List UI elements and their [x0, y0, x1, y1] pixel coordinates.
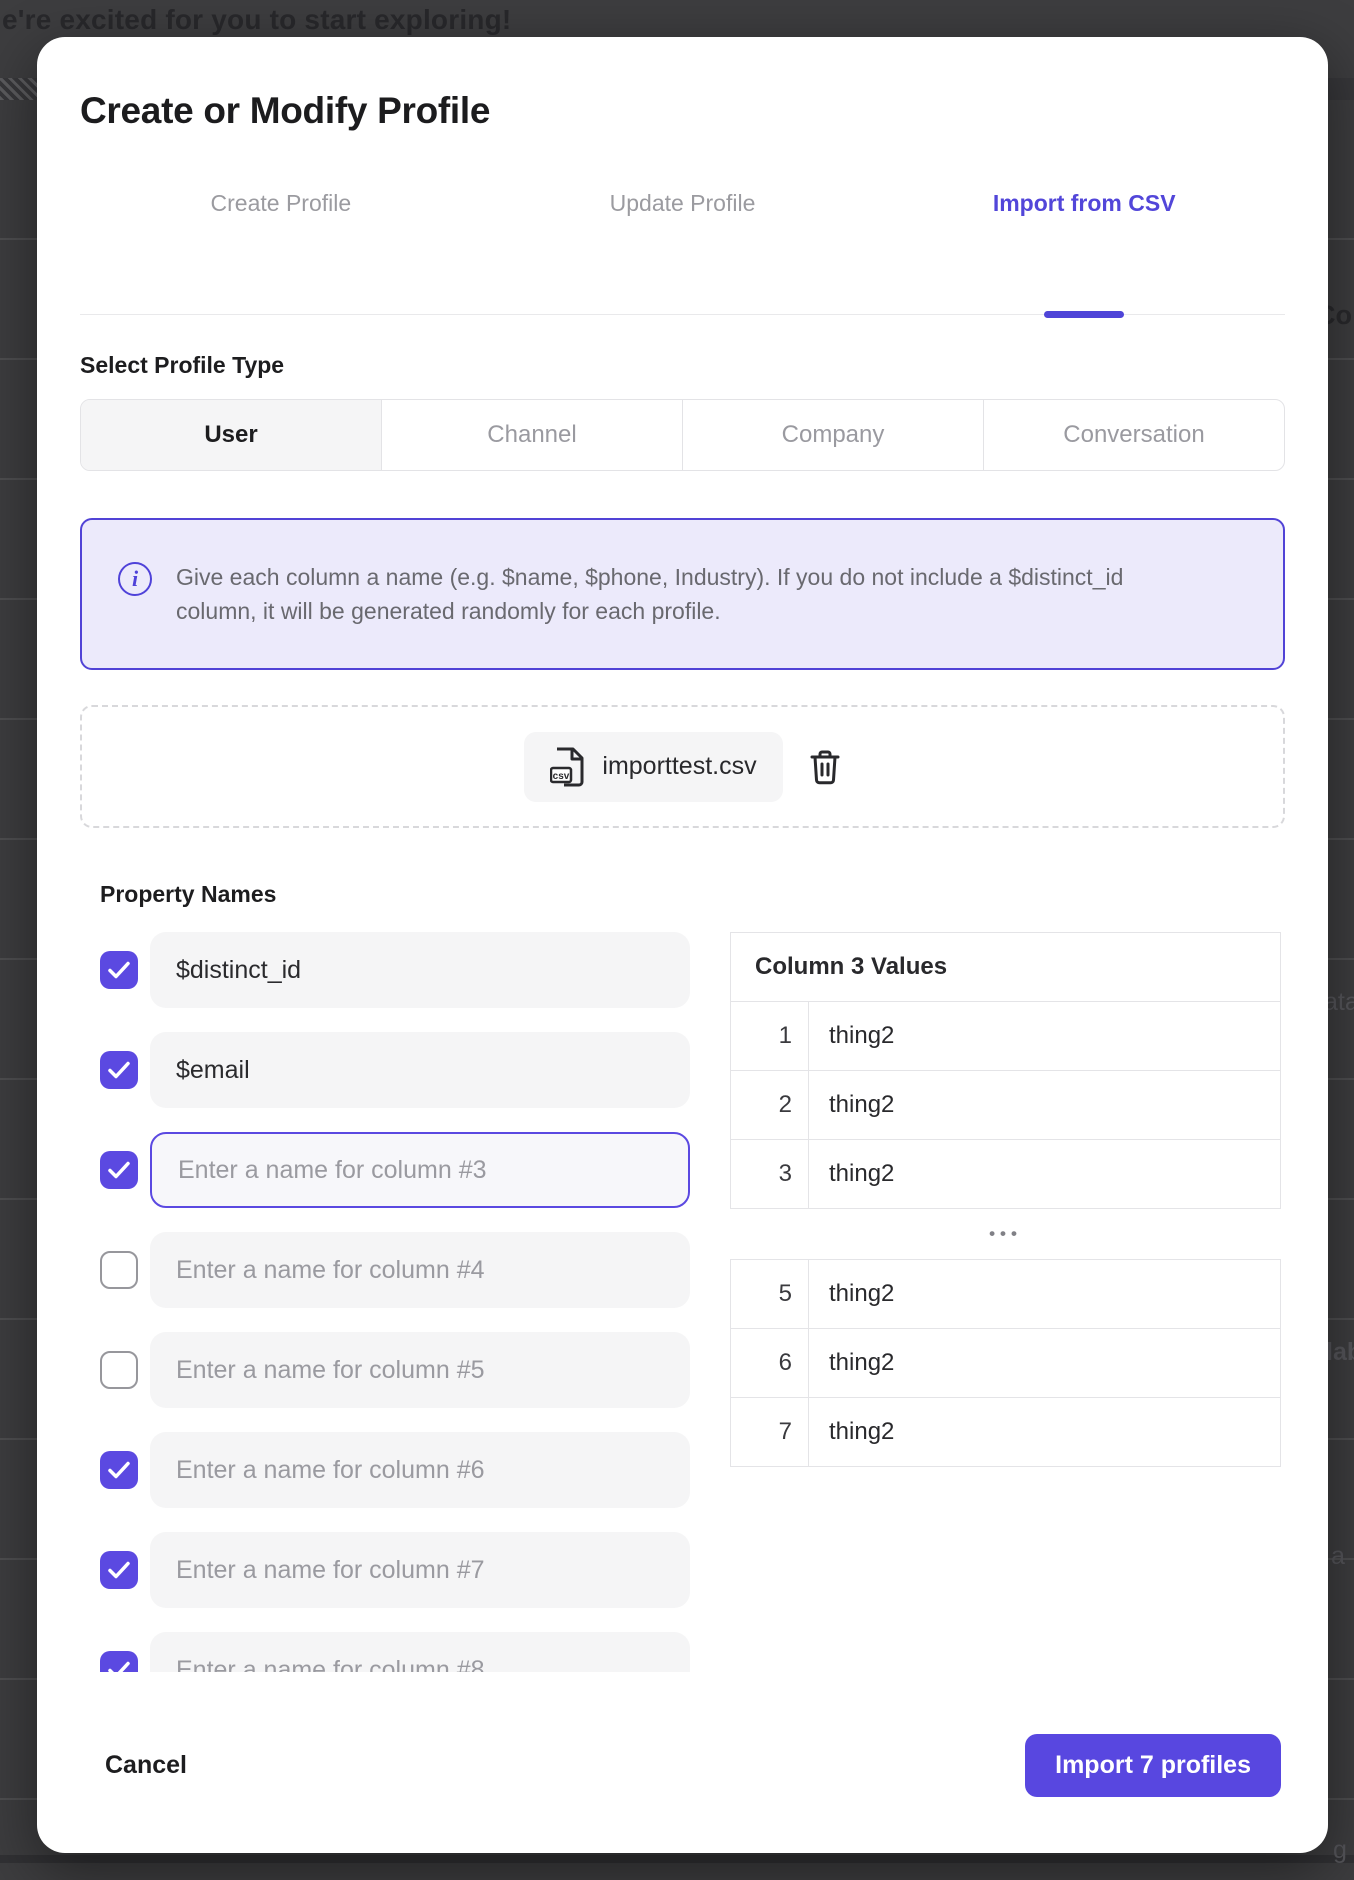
- column-6-checkbox[interactable]: [100, 1451, 138, 1489]
- property-list: [80, 932, 690, 1672]
- row-value: thing2: [809, 1398, 1280, 1466]
- property-row-8: [80, 1632, 690, 1672]
- rows-ellipsis: •••: [730, 1209, 1281, 1259]
- cancel-button[interactable]: Cancel: [105, 1751, 187, 1780]
- column-1-name-input[interactable]: [150, 932, 690, 1008]
- profile-type-segmented-control: User Channel Company Conversation: [80, 399, 1285, 471]
- dialog-title: Create or Modify Profile: [80, 90, 1285, 132]
- check-icon: [108, 1461, 130, 1479]
- column-2-checkbox[interactable]: [100, 1051, 138, 1089]
- property-row-7: [80, 1532, 690, 1608]
- column-values-preview: Column 3 Values 1 thing2 2 thing2 3 thin…: [730, 932, 1281, 1672]
- row-number: 2: [731, 1071, 809, 1139]
- background-bottom-strip: [0, 1855, 1354, 1863]
- row-number: 1: [731, 1002, 809, 1070]
- column-3-checkbox[interactable]: [100, 1151, 138, 1189]
- dialog-footer: Cancel Import 7 profiles: [80, 1734, 1285, 1797]
- info-banner: i Give each column a name (e.g. $name, $…: [80, 518, 1285, 670]
- column-2-name-input[interactable]: [150, 1032, 690, 1108]
- uploaded-file-chip[interactable]: csv importtest.csv: [524, 732, 782, 802]
- column-4-checkbox[interactable]: [100, 1251, 138, 1289]
- column-1-checkbox[interactable]: [100, 951, 138, 989]
- create-or-modify-profile-dialog: Create or Modify Profile Create Profile …: [37, 37, 1328, 1853]
- row-value: thing2: [809, 1071, 1280, 1139]
- property-row-2: [80, 1032, 690, 1108]
- column-8-name-input[interactable]: [150, 1632, 690, 1672]
- background-text-fragment: ata: [1324, 988, 1354, 1017]
- property-row-5: [80, 1332, 690, 1408]
- column-4-name-input[interactable]: [150, 1232, 690, 1308]
- check-icon: [108, 961, 130, 979]
- property-row-1: [80, 932, 690, 1008]
- csv-dropzone[interactable]: csv importtest.csv: [80, 705, 1285, 828]
- background-table-lines-left: [0, 120, 37, 1880]
- preview-table-header: Column 3 Values: [731, 933, 1280, 1002]
- row-number: 3: [731, 1140, 809, 1208]
- delete-file-button[interactable]: [809, 749, 841, 785]
- dialog-tabs: Create Profile Update Profile Import fro…: [80, 188, 1285, 315]
- row-value: thing2: [809, 1002, 1280, 1070]
- info-banner-text: Give each column a name (e.g. $name, $ph…: [176, 560, 1193, 628]
- column-5-checkbox[interactable]: [100, 1351, 138, 1389]
- table-row: 6 thing2: [731, 1329, 1280, 1398]
- column-7-checkbox[interactable]: [100, 1551, 138, 1589]
- mapping-area: Column 3 Values 1 thing2 2 thing2 3 thin…: [80, 932, 1285, 1672]
- column-3-name-input[interactable]: [150, 1132, 690, 1208]
- csv-file-icon: csv: [550, 746, 586, 788]
- tab-import-from-csv[interactable]: Import from CSV: [883, 188, 1285, 218]
- check-icon: [108, 1661, 130, 1672]
- property-row-6: [80, 1432, 690, 1508]
- table-row: 5 thing2: [731, 1260, 1280, 1329]
- tab-create-profile[interactable]: Create Profile: [80, 188, 482, 218]
- row-value: thing2: [809, 1260, 1280, 1328]
- column-5-name-input[interactable]: [150, 1332, 690, 1408]
- profile-type-channel[interactable]: Channel: [382, 400, 683, 470]
- background-headline-fragment: e're excited for you to start exploring!: [2, 4, 511, 36]
- row-number: 7: [731, 1398, 809, 1466]
- check-icon: [108, 1161, 130, 1179]
- table-row: 7 thing2: [731, 1398, 1280, 1466]
- property-names-heading: Property Names: [100, 880, 1285, 908]
- property-row-4: [80, 1232, 690, 1308]
- column-6-name-input[interactable]: [150, 1432, 690, 1508]
- table-row: 2 thing2: [731, 1071, 1280, 1140]
- check-icon: [108, 1561, 130, 1579]
- trash-icon: [809, 749, 841, 785]
- select-profile-type-label: Select Profile Type: [80, 351, 1285, 379]
- background-hatch-pattern: [0, 78, 40, 100]
- import-profiles-button[interactable]: Import 7 profiles: [1025, 1734, 1281, 1797]
- row-number: 5: [731, 1260, 809, 1328]
- table-row: 1 thing2: [731, 1002, 1280, 1071]
- row-value: thing2: [809, 1329, 1280, 1397]
- svg-text:csv: csv: [553, 771, 570, 782]
- info-icon: i: [118, 562, 152, 596]
- row-number: 6: [731, 1329, 809, 1397]
- profile-type-conversation[interactable]: Conversation: [984, 400, 1284, 470]
- row-value: thing2: [809, 1140, 1280, 1208]
- active-tab-indicator: [1044, 311, 1124, 318]
- profile-type-user[interactable]: User: [81, 400, 382, 470]
- check-icon: [108, 1061, 130, 1079]
- column-8-checkbox[interactable]: [100, 1651, 138, 1672]
- table-row: 3 thing2: [731, 1140, 1280, 1208]
- tab-update-profile[interactable]: Update Profile: [482, 188, 884, 218]
- uploaded-file-name: importtest.csv: [602, 752, 756, 781]
- background-text-fragment: a: [1331, 1542, 1345, 1571]
- profile-type-company[interactable]: Company: [683, 400, 984, 470]
- preview-table-bottom: 5 thing2 6 thing2 7 thing2: [730, 1259, 1281, 1467]
- column-7-name-input[interactable]: [150, 1532, 690, 1608]
- preview-table-top: Column 3 Values 1 thing2 2 thing2 3 thin…: [730, 932, 1281, 1209]
- property-row-3: [80, 1132, 690, 1208]
- background-text-fragment: g: [1333, 1836, 1347, 1865]
- background-text-fragment: lab: [1326, 1338, 1354, 1367]
